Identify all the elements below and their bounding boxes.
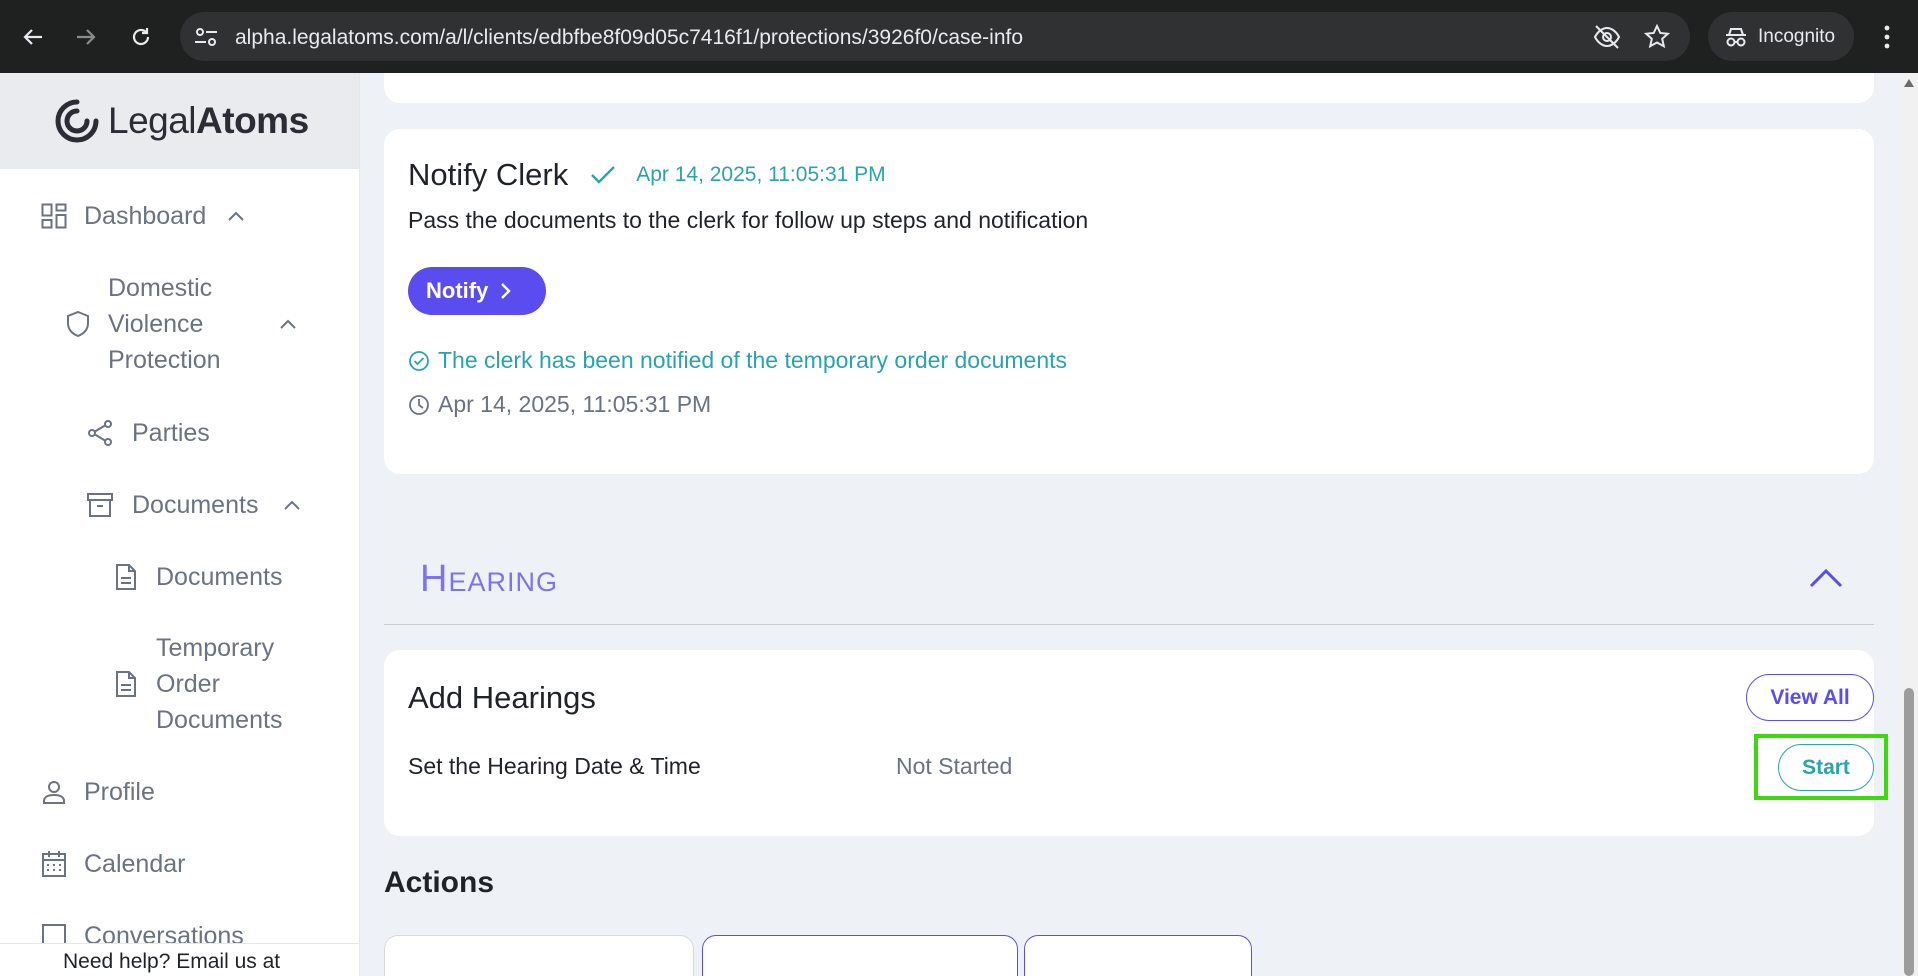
help-footer: Need help? Email us at [0,943,359,976]
add-hearings-card: Add Hearings View All Set the Hearing Da… [384,650,1888,836]
archive-box-icon [86,491,114,519]
hearing-section-title: Hearing [420,558,558,600]
sidebar-item-parties[interactable]: Parties [86,415,210,451]
logo-text-atoms: Atoms [196,100,309,141]
document-icon [112,670,140,698]
sidebar-item-label: Documents [132,491,259,519]
sidebar-item-label: Parties [132,419,210,447]
start-button[interactable]: Start [1778,744,1874,791]
sidebar-item-label: Temporary Order Documents [156,634,283,734]
notify-status-message: The clerk has been notified of the tempo… [438,347,1068,373]
calendar-icon [40,850,68,878]
browser-toolbar: alpha.legalatoms.com/a/l/clients/edbfbe8… [0,0,1918,73]
sidebar-item-label: Domestic Violence Protection [108,274,221,374]
kebab-menu-icon [1884,25,1890,49]
chevron-up-icon[interactable] [226,206,246,226]
notify-clerk-timestamp: Apr 14, 2025, 11:05:31 PM [636,163,886,186]
checkmark-icon [591,166,616,184]
sidebar-item-label: Calendar [84,850,186,878]
action-tile[interactable] [1024,935,1252,976]
incognito-label: Incognito [1758,25,1836,47]
notify-clerk-description: Pass the documents to the clerk for foll… [408,207,1089,233]
dashboard-grid-icon [40,202,68,230]
back-arrow-icon [23,29,42,45]
legalatoms-logo-icon [55,99,99,143]
page-scrollbar[interactable] [1900,73,1918,976]
sidebar-item-documents-group[interactable]: Documents [86,487,302,523]
action-tile[interactable] [384,935,694,976]
scroll-thumb[interactable] [1904,688,1914,976]
section-divider [384,624,1874,625]
share-nodes-icon [86,419,114,447]
reload-icon [132,28,150,46]
url-text: alpha.legalatoms.com/a/l/clients/edbfbe8… [235,26,1024,49]
back-button[interactable] [16,20,50,54]
chevron-up-icon[interactable] [282,495,302,515]
forward-arrow-icon [77,29,96,45]
incognito-icon [1726,27,1746,46]
chevron-up-icon[interactable] [278,314,298,334]
logo-text-legal: Legal [108,100,197,141]
check-circle-icon [409,350,429,371]
add-hearings-title: Add Hearings [408,680,596,715]
previous-card [384,73,1874,103]
sidebar-item-temporary-order-documents[interactable]: Temporary Order Documents [112,630,306,738]
document-icon [112,563,140,591]
clock-icon [409,394,429,415]
incognito-indicator[interactable]: Incognito [1708,12,1854,61]
sidebar-item-label: Profile [84,778,155,806]
main-content: Notify Clerk Apr 14, 2025, 11:05:31 PM P… [360,73,1900,976]
app-logo[interactable]: LegalAtoms [0,73,359,169]
sidebar-item-calendar[interactable]: Calendar [40,846,185,882]
bookmark-star-icon[interactable] [1644,24,1670,50]
notify-clerk-title: Notify Clerk [408,157,569,192]
notify-status-time: Apr 14, 2025, 11:05:31 PM [438,391,712,417]
chevron-up-icon [1809,568,1843,588]
sidebar-item-profile[interactable]: Profile [40,774,155,810]
collapse-hearing-button[interactable] [1808,566,1848,596]
notify-button[interactable]: Notify [408,267,546,315]
scroll-up-arrow-icon[interactable] [1904,79,1914,87]
browser-menu-button[interactable] [1880,22,1894,52]
sidebar-item-label: Dashboard [84,202,207,230]
user-icon [40,778,68,806]
sidebar-item-label: Documents [156,563,283,591]
address-bar[interactable]: alpha.legalatoms.com/a/l/clients/edbfbe8… [180,12,1690,61]
logo-text: LegalAtoms [108,100,309,142]
notify-button-label: Notify [426,278,489,303]
hearing-task-label: Set the Hearing Date & Time [408,753,701,779]
site-settings-icon[interactable] [192,24,220,50]
shield-icon [64,310,92,338]
forward-button[interactable] [69,20,103,54]
reload-button[interactable] [124,20,158,54]
action-tile[interactable] [702,935,1018,976]
sidebar-item-documents[interactable]: Documents [112,559,282,595]
actions-title: Actions [384,866,495,899]
notify-clerk-card: Notify Clerk Apr 14, 2025, 11:05:31 PM P… [384,129,1874,474]
sidebar-item-domestic-violence-protection[interactable]: Domestic Violence Protection [64,270,298,378]
sidebar-item-dashboard[interactable]: Dashboard [40,198,246,234]
chevron-right-icon [501,283,512,299]
sidebar: LegalAtoms Dashboard Domestic Violence P… [0,73,360,976]
view-all-button[interactable]: View All [1746,674,1874,721]
eye-off-icon[interactable] [1592,24,1622,50]
hearing-task-status: Not Started [896,753,1013,779]
